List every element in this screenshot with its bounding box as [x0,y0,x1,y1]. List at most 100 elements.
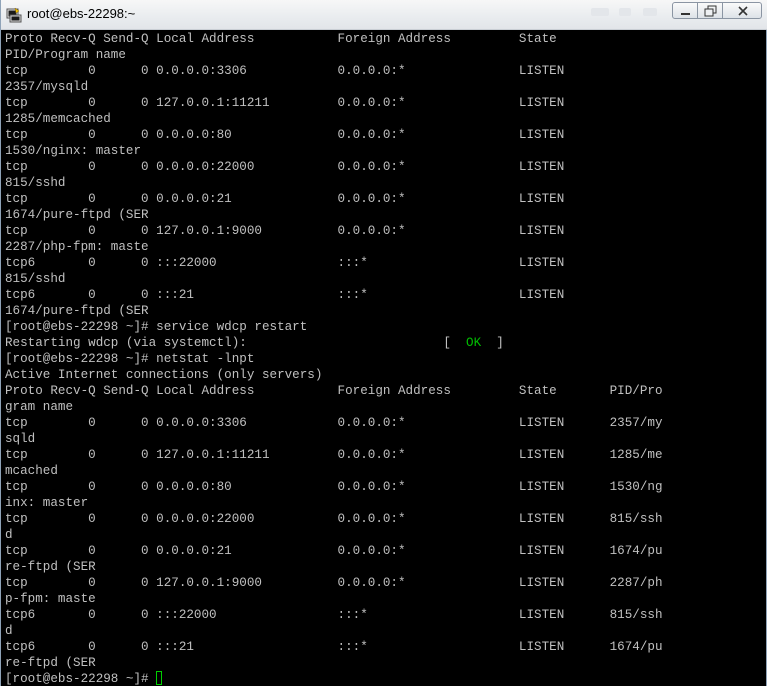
terminal-line: 1530/nginx: master [5,143,763,159]
ok-status: OK [466,336,482,350]
close-icon [738,6,748,16]
window-title: root@ebs-22298:~ [27,6,136,21]
terminal-line-text: tcp 0 0 127.0.0.1:11211 0.0.0.0:* LISTEN… [5,448,663,462]
terminal-line: tcp 0 0 0.0.0.0:3306 0.0.0.0:* LISTEN [5,63,763,79]
terminal-line-text: sqld [5,432,36,446]
terminal-line-text: Active Internet connections (only server… [5,368,323,382]
terminal-line-text: inx: master [5,496,89,510]
terminal-line: tcp6 0 0 :::22000 :::* LISTEN 815/ssh [5,607,763,623]
terminal-output[interactable]: Proto Recv-Q Send-Q Local Address Foreig… [5,31,763,686]
terminal-line: 1674/pure-ftpd (SER [5,303,763,319]
titlebar-ghost-mark [643,8,657,16]
terminal-line: tcp6 0 0 :::21 :::* LISTEN 1674/pu [5,639,763,655]
terminal-line-text: tcp6 0 0 :::22000 :::* LISTEN 815/ssh [5,608,663,622]
shell-prompt: [root@ebs-22298 ~]# [5,672,157,686]
terminal-line: tcp 0 0 0.0.0.0:80 0.0.0.0:* LISTEN 1530… [5,479,763,495]
terminal-line: tcp 0 0 127.0.0.1:9000 0.0.0.0:* LISTEN … [5,575,763,591]
terminal-line-text: tcp 0 0 0.0.0.0:22000 0.0.0.0:* LISTEN [5,160,565,174]
terminal-line-text: tcp 0 0 127.0.0.1:9000 0.0.0.0:* LISTEN … [5,576,663,590]
terminal-line: 1674/pure-ftpd (SER [5,207,763,223]
terminal-line: tcp 0 0 0.0.0.0:22000 0.0.0.0:* LISTEN [5,159,763,175]
minimize-button[interactable] [672,2,698,19]
terminal-line-text: tcp 0 0 0.0.0.0:21 0.0.0.0:* LISTEN [5,192,565,206]
terminal-line: tcp6 0 0 :::22000 :::* LISTEN [5,255,763,271]
ok-bracket: ] [481,336,504,350]
prompt-line[interactable]: [root@ebs-22298 ~]# [5,671,763,686]
terminal-line: d [5,527,763,543]
terminal-line-text: 1674/pure-ftpd (SER [5,208,149,222]
terminal-line-text: tcp 0 0 127.0.0.1:11211 0.0.0.0:* LISTEN [5,96,565,110]
terminal-line: p-fpm: maste [5,591,763,607]
terminal-line-text: Proto Recv-Q Send-Q Local Address Foreig… [5,32,557,46]
terminal-line-text: Restarting wdcp (via systemctl): [ [5,336,467,350]
terminal-line: 1285/memcached [5,111,763,127]
terminal-line-text: re-ftpd (SER [5,656,96,670]
putty-terminal-icon [6,7,22,23]
terminal-window: root@ebs-22298:~ Proto Recv-Q Send-Q Loc… [0,0,767,686]
terminal-line-text: 2357/mysqld [5,80,89,94]
terminal-line: PID/Program name [5,47,763,63]
terminal-line: tcp 0 0 127.0.0.1:11211 0.0.0.0:* LISTEN… [5,447,763,463]
terminal-line-text: tcp 0 0 0.0.0.0:3306 0.0.0.0:* LISTEN 23… [5,416,663,430]
terminal-line-text: mcached [5,464,58,478]
terminal-line-text: tcp 0 0 0.0.0.0:3306 0.0.0.0:* LISTEN [5,64,565,78]
terminal-line-text: 815/sshd [5,176,66,190]
close-button[interactable] [722,2,762,19]
terminal-line-text: tcp6 0 0 :::22000 :::* LISTEN [5,256,565,270]
terminal-line-text: re-ftpd (SER [5,560,96,574]
restore-icon [704,5,717,17]
terminal-line-text: tcp 0 0 127.0.0.1:9000 0.0.0.0:* LISTEN [5,224,565,238]
terminal-line-text: d [5,528,13,542]
terminal-line-text: tcp 0 0 0.0.0.0:80 0.0.0.0:* LISTEN 1530… [5,480,663,494]
terminal-line-text: tcp6 0 0 :::21 :::* LISTEN [5,288,565,302]
terminal-line: tcp 0 0 0.0.0.0:22000 0.0.0.0:* LISTEN 8… [5,511,763,527]
terminal-line: Proto Recv-Q Send-Q Local Address Foreig… [5,31,763,47]
terminal-line: re-ftpd (SER [5,655,763,671]
minimize-icon [681,13,690,15]
terminal-line: Active Internet connections (only server… [5,367,763,383]
terminal-line-text: d [5,624,13,638]
terminal-line: tcp 0 0 127.0.0.1:11211 0.0.0.0:* LISTEN [5,95,763,111]
terminal-line: Restarting wdcp (via systemctl): [ OK ] [5,335,763,351]
terminal-line-text: tcp6 0 0 :::21 :::* LISTEN 1674/pu [5,640,663,654]
terminal-line: 815/sshd [5,271,763,287]
terminal-line: 815/sshd [5,175,763,191]
terminal-line: [root@ebs-22298 ~]# netstat -lnpt [5,351,763,367]
terminal-line: 2357/mysqld [5,79,763,95]
title-bar[interactable]: root@ebs-22298:~ [1,0,767,30]
terminal-line: tcp 0 0 127.0.0.1:9000 0.0.0.0:* LISTEN [5,223,763,239]
titlebar-ghost-mark [619,8,631,16]
terminal-line: gram name [5,399,763,415]
terminal-line: Proto Recv-Q Send-Q Local Address Foreig… [5,383,763,399]
terminal-line-text: 1285/memcached [5,112,111,126]
window-controls [672,2,762,19]
terminal-line-text: 1674/pure-ftpd (SER [5,304,149,318]
terminal-line-text: PID/Program name [5,48,126,62]
terminal-line: tcp 0 0 0.0.0.0:80 0.0.0.0:* LISTEN [5,127,763,143]
terminal-line: d [5,623,763,639]
terminal-line-text: gram name [5,400,74,414]
terminal-line-text: 815/sshd [5,272,66,286]
terminal-line: 2287/php-fpm: maste [5,239,763,255]
terminal-line-text: p-fpm: maste [5,592,96,606]
terminal-line-text: tcp 0 0 0.0.0.0:22000 0.0.0.0:* LISTEN 8… [5,512,663,526]
terminal-line-text: tcp 0 0 0.0.0.0:21 0.0.0.0:* LISTEN 1674… [5,544,663,558]
titlebar-ghost-mark [591,8,609,16]
terminal-line: tcp6 0 0 :::21 :::* LISTEN [5,287,763,303]
terminal-line: inx: master [5,495,763,511]
terminal-line-text: tcp 0 0 0.0.0.0:80 0.0.0.0:* LISTEN [5,128,565,142]
maximize-button[interactable] [697,2,723,19]
terminal-line: tcp 0 0 0.0.0.0:3306 0.0.0.0:* LISTEN 23… [5,415,763,431]
terminal-line-text: 2287/php-fpm: maste [5,240,149,254]
terminal-line: tcp 0 0 0.0.0.0:21 0.0.0.0:* LISTEN 1674… [5,543,763,559]
terminal-line-text: [root@ebs-22298 ~]# service wdcp restart [5,320,308,334]
terminal-line: re-ftpd (SER [5,559,763,575]
terminal-line: tcp 0 0 0.0.0.0:21 0.0.0.0:* LISTEN [5,191,763,207]
text-cursor [156,671,163,685]
terminal-line-text: 1530/nginx: master [5,144,142,158]
terminal-line-text: [root@ebs-22298 ~]# netstat -lnpt [5,352,255,366]
terminal-line: mcached [5,463,763,479]
terminal-line-text: Proto Recv-Q Send-Q Local Address Foreig… [5,384,663,398]
terminal-line: sqld [5,431,763,447]
terminal-line: [root@ebs-22298 ~]# service wdcp restart [5,319,763,335]
